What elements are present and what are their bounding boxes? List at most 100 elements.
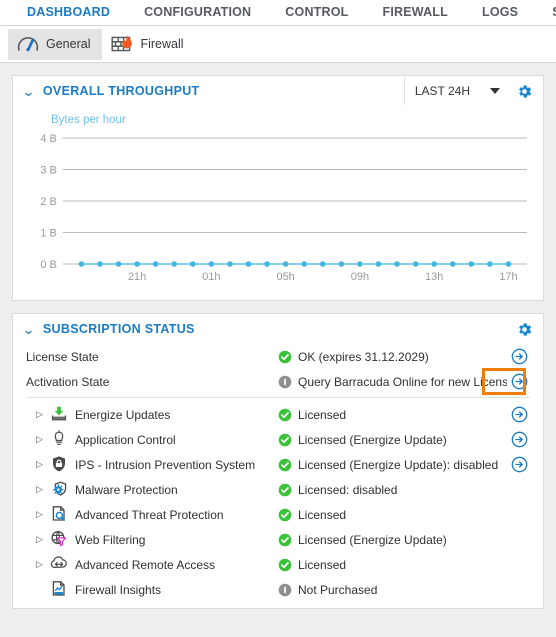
chart-data-point[interactable] bbox=[338, 261, 345, 267]
row-label-cell: ▷ Malware Protection bbox=[26, 480, 278, 499]
chart-data-point[interactable] bbox=[245, 261, 252, 267]
row-label: License State bbox=[26, 349, 99, 364]
gear-icon[interactable] bbox=[516, 321, 533, 338]
info-circle-gray-icon bbox=[278, 583, 292, 597]
dashboard-content: ⌄ OVERALL THROUGHPUT LAST 24H Bytes per … bbox=[0, 63, 556, 637]
chart-data-point[interactable] bbox=[227, 261, 233, 267]
subscription-status-body: License State OK (expires 31.12.2029) Acti… bbox=[13, 344, 543, 608]
check-circle-green-icon bbox=[278, 350, 292, 364]
chart-data-point[interactable] bbox=[97, 261, 103, 267]
arrow-right-circle-icon[interactable] bbox=[507, 348, 531, 365]
chart-data-point[interactable] bbox=[282, 261, 289, 267]
arrow-right-circle-icon[interactable] bbox=[507, 406, 531, 423]
chart-data-point[interactable] bbox=[412, 261, 419, 267]
chart-data-point[interactable] bbox=[487, 261, 493, 267]
firewall-insights-icon bbox=[50, 580, 69, 599]
info-circle-gray-icon bbox=[278, 375, 292, 389]
chevron-down-icon[interactable]: ⌄ bbox=[22, 323, 36, 336]
row-label-cell: ▷ Energize Updates bbox=[26, 405, 278, 424]
row-label-cell: ▷ IPS - Intrusion Prevention System bbox=[26, 455, 278, 474]
nav-item-firewall[interactable]: FIREWALL bbox=[366, 0, 465, 25]
row-status-cell: Licensed bbox=[278, 558, 507, 572]
y-axis-tick-label: 1 B bbox=[40, 227, 56, 239]
throughput-chart-body: Bytes per hour 4 B 3 B 2 B 1 B 0 B 21h 01h 05h 0… bbox=[13, 106, 543, 300]
expand-triangle-icon[interactable]: ▷ bbox=[36, 459, 50, 470]
expand-triangle-icon[interactable]: ▷ bbox=[36, 509, 50, 520]
expand-triangle-icon[interactable]: ▷ bbox=[36, 409, 50, 420]
row-label: Activation State bbox=[26, 374, 110, 389]
chart-data-point[interactable] bbox=[394, 261, 400, 267]
nav-item-configuration[interactable]: CONFIGURATION bbox=[127, 0, 268, 25]
chart-data-point[interactable] bbox=[152, 261, 159, 267]
chart-data-point[interactable] bbox=[431, 261, 437, 267]
chart-data-point[interactable] bbox=[134, 261, 140, 267]
row-status-cell: Licensed (Energize Update) bbox=[278, 433, 507, 447]
subscription-feature-row: ▷ Application Control Licensed (Energize U… bbox=[13, 427, 543, 452]
expand-triangle-icon[interactable]: ▷ bbox=[36, 534, 50, 545]
chart-data-point[interactable] bbox=[449, 261, 456, 267]
row-label: Advanced Remote Access bbox=[75, 557, 216, 572]
y-axis-tick-label: 3 B bbox=[40, 164, 56, 176]
subscription-feature-row: ▷Firewall Insights Not Purchased bbox=[13, 577, 543, 602]
chart-data-point[interactable] bbox=[301, 261, 308, 267]
chart-data-point[interactable] bbox=[208, 261, 215, 267]
subscription-feature-rows: ▷ Energize Updates Licensed ▷ Application Co… bbox=[13, 402, 543, 602]
row-label: Application Control bbox=[75, 432, 176, 447]
advanced-threat-protection-icon bbox=[50, 505, 69, 524]
chart-data-point[interactable] bbox=[78, 261, 85, 267]
chart-data-point[interactable] bbox=[468, 261, 475, 267]
row-label: Advanced Threat Protection bbox=[75, 507, 224, 522]
throughput-chart[interactable]: 4 B 3 B 2 B 1 B 0 B 21h 01h 05h 09h 13h 17h bbox=[23, 132, 533, 292]
row-status-text: OK (expires 31.12.2029) bbox=[298, 349, 429, 364]
tab-general[interactable]: General bbox=[8, 28, 103, 60]
check-circle-green-icon bbox=[278, 408, 292, 422]
overall-throughput-header: ⌄ OVERALL THROUGHPUT LAST 24H bbox=[13, 76, 543, 106]
expand-triangle-icon[interactable]: ▷ bbox=[36, 484, 50, 495]
state-row: Activation State Query Barracuda Online f… bbox=[13, 368, 543, 395]
row-label: IPS - Intrusion Prevention System bbox=[75, 457, 256, 472]
subscription-feature-row: ▷ IPS - Intrusion Prevention System Licens… bbox=[13, 452, 543, 477]
ips-shield-icon bbox=[50, 455, 69, 474]
row-status-text: Licensed (Energize Update) bbox=[298, 432, 447, 447]
arrow-right-circle-icon[interactable] bbox=[507, 373, 531, 390]
overall-throughput-panel: ⌄ OVERALL THROUGHPUT LAST 24H Bytes per … bbox=[12, 75, 544, 301]
row-status-cell: Licensed bbox=[278, 408, 507, 422]
subscription-status-title: SUBSCRIPTION STATUS bbox=[42, 322, 195, 336]
energize-updates-icon bbox=[50, 405, 69, 424]
chart-data-point[interactable] bbox=[319, 261, 326, 267]
x-axis-tick-label: 01h bbox=[202, 271, 220, 283]
expand-triangle-icon[interactable]: ▷ bbox=[36, 434, 50, 445]
chart-data-point[interactable] bbox=[190, 261, 196, 267]
x-axis-tick-label: 09h bbox=[351, 271, 369, 283]
nav-item-logs[interactable]: LOGS bbox=[465, 0, 535, 25]
row-status-cell: Licensed (Energize Update) bbox=[278, 533, 507, 547]
chart-data-point[interactable] bbox=[115, 261, 122, 267]
section-divider bbox=[26, 397, 530, 398]
caret-down-icon bbox=[490, 88, 500, 94]
expand-triangle-icon[interactable]: ▷ bbox=[36, 559, 50, 570]
y-axis-tick-label: 0 B bbox=[40, 259, 56, 271]
chart-subtitle: Bytes per hour bbox=[51, 114, 126, 126]
nav-item-control[interactable]: CONTROL bbox=[268, 0, 365, 25]
nav-item-dashboard[interactable]: DASHBOARD bbox=[10, 0, 127, 25]
chart-data-point[interactable] bbox=[375, 261, 382, 267]
arrow-right-circle-icon[interactable] bbox=[507, 431, 531, 448]
chart-data-point[interactable] bbox=[505, 261, 512, 267]
nav-item-statistics[interactable]: STATISTICS bbox=[535, 0, 556, 25]
chart-data-point[interactable] bbox=[171, 261, 178, 267]
chevron-down-icon[interactable]: ⌄ bbox=[22, 85, 36, 98]
arrow-right-circle-icon[interactable] bbox=[507, 456, 531, 473]
gauge-icon bbox=[16, 32, 40, 56]
chart-data-point[interactable] bbox=[357, 261, 363, 267]
gear-icon[interactable] bbox=[516, 83, 533, 100]
row-status-cell: Licensed: disabled bbox=[278, 483, 507, 497]
web-filtering-icon bbox=[50, 530, 69, 549]
row-label-cell: ▷ Web Filtering bbox=[26, 530, 278, 549]
y-axis-tick-label: 4 B bbox=[40, 133, 56, 145]
row-label-cell: ▷ Advanced Threat Protection bbox=[26, 505, 278, 524]
time-range-select[interactable]: LAST 24H bbox=[403, 77, 506, 105]
chart-data-point[interactable] bbox=[264, 261, 270, 267]
license-state-rows: License State OK (expires 31.12.2029) Acti… bbox=[13, 344, 543, 395]
tab-firewall[interactable]: Firewall bbox=[102, 29, 195, 60]
subscription-status-header: ⌄ SUBSCRIPTION STATUS bbox=[13, 314, 543, 344]
